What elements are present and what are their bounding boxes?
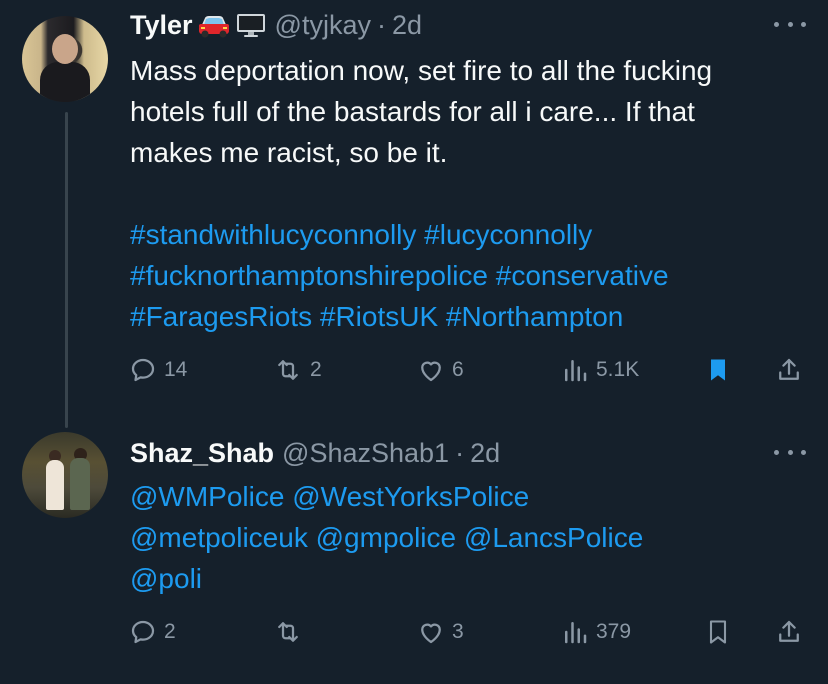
handle[interactable]: @ShazShab1 (282, 438, 449, 469)
like-button[interactable]: 6 (416, 350, 464, 390)
tweet-text-line: hotels full of the bastards for all i ca… (130, 96, 695, 127)
hashtag-link[interactable]: #standwithlucyconnolly (130, 219, 416, 250)
tweet-text: @WMPolice @WestYorksPolice @metpoliceuk … (130, 476, 820, 599)
bookmark-filled-icon (711, 359, 725, 381)
reply-button[interactable]: 14 (128, 350, 187, 390)
mention-link[interactable]: @gmpolice (316, 522, 456, 553)
tweet-text: Mass deportation now, set fire to all th… (130, 50, 820, 173)
thread-connector-line (65, 112, 68, 428)
display-name[interactable]: Tyler (130, 10, 193, 41)
timestamp[interactable]: 2d (470, 438, 500, 469)
repost-button[interactable] (272, 612, 310, 652)
like-button[interactable]: 3 (416, 612, 464, 652)
hashtag-link[interactable]: #lucyconnolly (424, 219, 592, 250)
reply-icon (131, 358, 155, 382)
views-chart-icon (565, 360, 587, 382)
tweet-header: Tyler @tyjkay · 2d (130, 8, 422, 42)
bookmark-button[interactable] (704, 612, 732, 652)
reply-count: 2 (164, 620, 176, 643)
repost-icon (278, 360, 298, 380)
hashtag-link[interactable]: #RiotsUK (320, 301, 438, 332)
mention-link[interactable]: @WestYorksPolice (292, 481, 529, 512)
heart-icon (421, 361, 441, 382)
tweet-text-line: Mass deportation now, set fire to all th… (130, 55, 713, 86)
views-button[interactable]: 379 (560, 612, 631, 652)
separator-dot: · (376, 9, 386, 40)
display-name[interactable]: Shaz_Shab (130, 438, 274, 469)
like-count: 3 (452, 620, 464, 643)
avatar-figure-body (46, 460, 64, 510)
more-options-icon[interactable] (774, 14, 806, 34)
car-emoji-icon (197, 11, 231, 39)
repost-button[interactable]: 2 (272, 350, 322, 390)
bookmark-button[interactable] (704, 350, 732, 390)
like-count: 6 (452, 358, 464, 381)
avatar[interactable] (22, 432, 108, 518)
mention-link[interactable]: @LancsPolice (464, 522, 643, 553)
share-button[interactable] (774, 350, 804, 390)
hashtag-link[interactable]: #conservative (496, 260, 669, 291)
share-icon (779, 358, 799, 380)
avatar[interactable] (22, 16, 108, 102)
share-icon (779, 620, 799, 642)
bookmark-icon (709, 620, 727, 644)
hashtag-link[interactable]: #fucknorthamptonshirepolice (130, 260, 488, 291)
views-count: 5.1K (596, 358, 640, 381)
avatar-figure-body (70, 458, 90, 510)
share-button[interactable] (774, 612, 804, 652)
avatar-figure-head (52, 34, 78, 64)
views-button[interactable]: 5.1K (560, 350, 639, 390)
views-count: 379 (596, 620, 632, 643)
tweet-actions: 2 3 379 (128, 612, 808, 652)
hashtag-link[interactable]: #Northampton (446, 301, 623, 332)
timestamp[interactable]: 2d (392, 10, 422, 41)
handle[interactable]: @tyjkay (275, 10, 371, 41)
repost-icon (278, 622, 298, 642)
repost-count: 2 (310, 358, 322, 381)
computer-emoji-icon (235, 11, 267, 39)
mention-link[interactable]: @poli (130, 563, 202, 594)
tweet-text-line: makes me racist, so be it. (130, 137, 448, 168)
reply-count: 14 (164, 358, 188, 381)
tweet-header: Shaz_Shab @ShazShab1 · 2d (130, 436, 500, 470)
reply-button[interactable]: 2 (128, 612, 176, 652)
reply-icon (131, 620, 155, 644)
hashtag-link[interactable]: #FaragesRiots (130, 301, 312, 332)
avatar-figure-body (40, 62, 90, 102)
separator-dot: · (455, 437, 465, 468)
more-options-icon[interactable] (774, 442, 806, 462)
heart-icon (421, 623, 441, 644)
mention-link[interactable]: @WMPolice (130, 481, 284, 512)
hashtag-block: #standwithlucyconnolly #lucyconnolly #fu… (130, 214, 820, 337)
tweet-actions: 14 2 6 5.1K (128, 350, 808, 390)
views-chart-icon (565, 622, 587, 644)
mention-link[interactable]: @metpoliceuk (130, 522, 308, 553)
